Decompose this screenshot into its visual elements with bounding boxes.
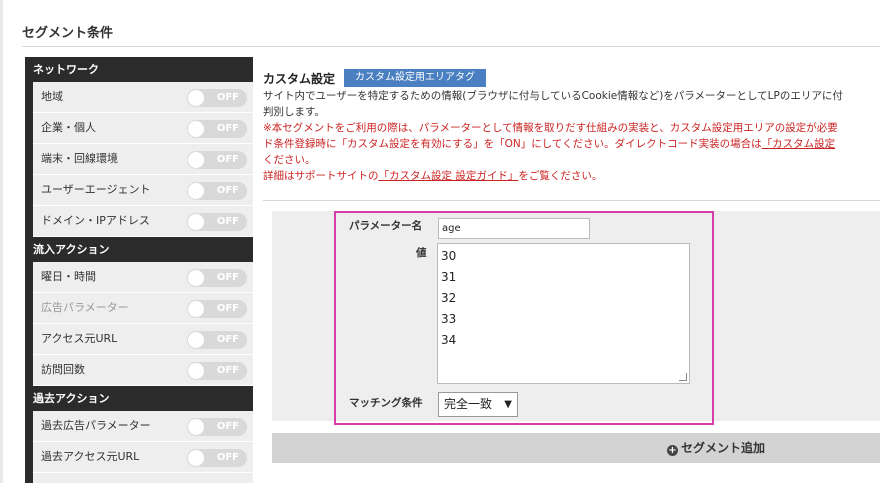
sidebar-item-domain-ip[interactable]: ドメイン・IPアドレス OFF bbox=[33, 206, 253, 237]
toggle-switch[interactable]: OFF bbox=[187, 362, 247, 380]
parameter-name-label: パラメーター名 bbox=[349, 220, 423, 232]
toggle-switch[interactable]: OFF bbox=[187, 182, 247, 200]
sidebar-item-label: 曜日・時間 bbox=[41, 270, 96, 283]
toggle-state: OFF bbox=[216, 185, 239, 196]
warning-line: ド条件登録時に「カスタム設定を有効にする」を「ON」にしてください。ダイレクトコ… bbox=[263, 136, 880, 152]
toggle-state: OFF bbox=[216, 421, 239, 432]
toggle-knob bbox=[188, 301, 204, 317]
toggle-knob bbox=[188, 152, 204, 168]
toggle-switch[interactable]: OFF bbox=[187, 418, 247, 436]
sidebar-item-label: 訪問回数 bbox=[41, 363, 85, 376]
description-block: サイト内でユーザーを特定するための情報(ブラウザに付与しているCookie情報な… bbox=[263, 88, 880, 184]
toggle-switch[interactable]: OFF bbox=[187, 213, 247, 231]
sidebar-item-user-agent[interactable]: ユーザーエージェント OFF bbox=[33, 175, 253, 206]
toggle-state: OFF bbox=[216, 272, 239, 283]
toggle-state: OFF bbox=[216, 123, 239, 134]
sidebar-item-past-referrer-url[interactable]: 過去アクセス元URL OFF bbox=[33, 442, 253, 473]
matching-condition-select[interactable]: 完全一致 ▼ bbox=[438, 392, 518, 417]
sidebar-item-label: 端末・回線環境 bbox=[41, 152, 118, 165]
matching-condition-label: マッチング条件 bbox=[349, 397, 423, 409]
toggle-knob bbox=[188, 183, 204, 199]
toggle-knob bbox=[188, 450, 204, 466]
sidebar-item-visit-count[interactable]: 訪問回数 OFF bbox=[33, 355, 253, 386]
left-edge bbox=[0, 0, 3, 483]
value-label: 値 bbox=[416, 247, 427, 259]
sidebar-item-referrer-url[interactable]: アクセス元URL OFF bbox=[33, 324, 253, 355]
value-line: 33 bbox=[441, 312, 457, 326]
value-textarea[interactable]: 30 31 32 33 34 bbox=[437, 243, 690, 384]
toggle-switch[interactable]: OFF bbox=[187, 151, 247, 169]
content-divider bbox=[263, 200, 880, 201]
sidebar-item-company[interactable]: 企業・個人 OFF bbox=[33, 113, 253, 144]
custom-settings-title: カスタム設定 bbox=[263, 72, 336, 86]
toggle-knob bbox=[188, 419, 204, 435]
sidebar-item-label: 地域 bbox=[41, 90, 63, 103]
toggle-knob bbox=[188, 332, 204, 348]
toggle-state: OFF bbox=[216, 334, 239, 345]
sidebar-item-device[interactable]: 端末・回線環境 OFF bbox=[33, 144, 253, 175]
resize-grip-icon[interactable] bbox=[679, 373, 687, 381]
add-segment-button[interactable]: + セグメント追加 bbox=[272, 433, 880, 463]
sidebar-item-label: アクセス元URL bbox=[41, 332, 118, 345]
toggle-state: OFF bbox=[216, 303, 239, 314]
sidebar-item-ad-parameter[interactable]: 広告パラメーター OFF bbox=[33, 293, 253, 324]
toggle-switch[interactable]: OFF bbox=[187, 449, 247, 467]
toggle-knob bbox=[188, 121, 204, 137]
sidebar-heading-inflow: 流入アクション bbox=[25, 237, 253, 262]
value-line: 34 bbox=[441, 333, 457, 347]
add-segment-content: + セグメント追加 bbox=[667, 433, 765, 463]
toggle-state: OFF bbox=[216, 216, 239, 227]
toggle-switch[interactable]: OFF bbox=[187, 300, 247, 318]
parameter-name-input[interactable] bbox=[438, 218, 590, 239]
toggle-state: OFF bbox=[216, 154, 239, 165]
toggle-switch[interactable]: OFF bbox=[187, 331, 247, 349]
value-line: 32 bbox=[441, 291, 457, 305]
toggle-state: OFF bbox=[216, 452, 239, 463]
dropdown-arrow-icon: ▼ bbox=[504, 399, 512, 410]
sidebar-item-day-time[interactable]: 曜日・時間 OFF bbox=[33, 262, 253, 293]
custom-area-tag-button[interactable]: カスタム設定用エリアタグ bbox=[344, 69, 486, 87]
toggle-state: OFF bbox=[216, 92, 239, 103]
toggle-switch[interactable]: OFF bbox=[187, 89, 247, 107]
value-line: 31 bbox=[441, 270, 457, 284]
sidebar-item-label: ユーザーエージェント bbox=[41, 183, 151, 196]
sidebar-item-past-ad-parameter[interactable]: 過去広告パラメーター OFF bbox=[33, 411, 253, 442]
sidebar-item-label: 企業・個人 bbox=[41, 121, 96, 134]
guide-text: 詳細はサポートサイトの bbox=[263, 170, 379, 182]
sidebar-item-label: 広告パラメーター bbox=[41, 301, 129, 314]
description-line: 判別します。 bbox=[263, 106, 325, 118]
warning-line: ※本セグメントをご利用の際は、パラメーターとして情報を取りだす仕組みの実装と、カ… bbox=[263, 122, 838, 134]
toggle-knob bbox=[188, 270, 204, 286]
sidebar-heading-past: 過去アクション bbox=[25, 386, 253, 411]
toggle-knob bbox=[188, 214, 204, 230]
sidebar: ネットワーク 地域 OFF 企業・個人 OFF 端末・回線環境 OFF ユーザー… bbox=[25, 57, 253, 483]
toggle-state: OFF bbox=[216, 365, 239, 376]
toggle-knob bbox=[188, 90, 204, 106]
plus-circle-icon: + bbox=[667, 445, 678, 456]
page-title: セグメント条件 bbox=[22, 26, 114, 41]
sidebar-item-partial[interactable] bbox=[33, 473, 253, 483]
guide-line: 詳細はサポートサイトの「カスタム設定 設定ガイド」をご覧ください。 bbox=[263, 168, 880, 184]
toggle-knob bbox=[188, 363, 204, 379]
sidebar-item-region[interactable]: 地域 OFF bbox=[33, 82, 253, 113]
description-line: サイト内でユーザーを特定するための情報(ブラウザに付与しているCookie情報な… bbox=[263, 90, 843, 102]
toggle-switch[interactable]: OFF bbox=[187, 269, 247, 287]
title-divider bbox=[22, 46, 880, 47]
sidebar-item-label: 過去アクセス元URL bbox=[41, 450, 140, 463]
value-line: 30 bbox=[441, 249, 457, 263]
sidebar-item-label: ドメイン・IPアドレス bbox=[41, 214, 150, 227]
warning-text: ド条件登録時に「カスタム設定を有効にする」を「ON」にしてください。ダイレクトコ… bbox=[263, 138, 762, 150]
add-segment-label: セグメント追加 bbox=[681, 441, 766, 455]
toggle-switch[interactable]: OFF bbox=[187, 120, 247, 138]
guide-text: をご覧ください。 bbox=[518, 170, 603, 182]
guide-link[interactable]: 「カスタム設定 設定ガイド」 bbox=[379, 170, 519, 182]
warning-line: ください。 bbox=[263, 154, 316, 166]
select-value: 完全一致 bbox=[444, 397, 493, 411]
sidebar-item-label: 過去広告パラメーター bbox=[41, 419, 151, 432]
custom-settings-link[interactable]: 「カスタム設定 bbox=[762, 138, 836, 150]
sidebar-heading-network: ネットワーク bbox=[25, 57, 253, 82]
